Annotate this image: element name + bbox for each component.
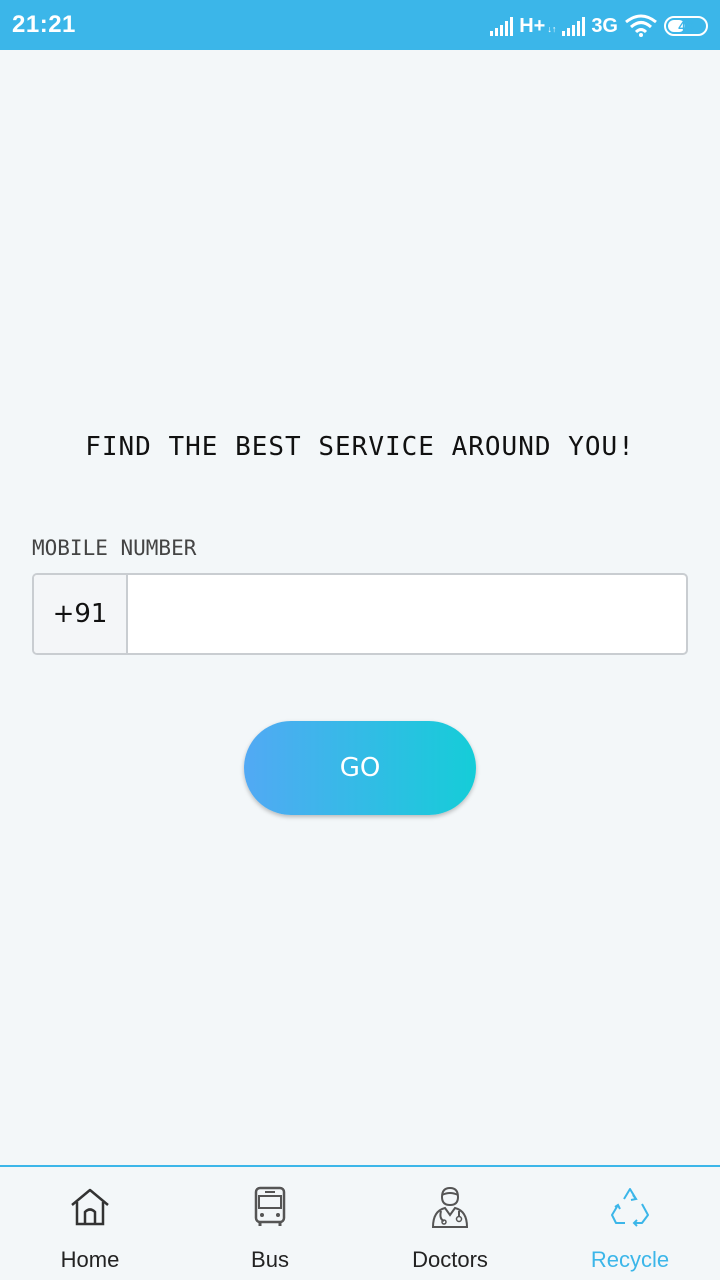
status-bar: 21:21 H+ ↓↑ 3G 46 <box>0 0 720 50</box>
wifi-icon <box>625 14 657 37</box>
mobile-number-input[interactable] <box>128 575 686 653</box>
nav-label-recycle: Recycle <box>590 1247 670 1272</box>
status-icons: H+ ↓↑ 3G 46 <box>490 10 708 42</box>
nav-item-recycle[interactable]: Recycle <box>540 1167 720 1280</box>
go-button[interactable]: GO <box>244 721 476 815</box>
nav-label-doctors: Doctors <box>412 1247 488 1272</box>
recycle-icon <box>611 1188 649 1227</box>
network-type-2: 3G <box>591 14 618 37</box>
nav-label-bus: Bus <box>251 1247 289 1272</box>
home-icon <box>71 1188 109 1226</box>
mobile-number-label: MOBILE NUMBER <box>32 536 197 560</box>
nav-item-bus[interactable]: Bus <box>180 1167 360 1280</box>
signal-icon <box>490 16 514 36</box>
bottom-navigation: Home Bus Doctors Recycle <box>0 1165 720 1280</box>
battery-icon: 46 <box>664 16 708 36</box>
status-time: 21:21 <box>12 11 76 38</box>
doctor-icon <box>431 1186 469 1228</box>
country-code[interactable]: +91 <box>34 575 128 653</box>
bus-icon <box>254 1186 286 1226</box>
signal-icon-2 <box>562 16 586 36</box>
nav-item-home[interactable]: Home <box>0 1167 180 1280</box>
network-type-1: H+ <box>519 14 546 37</box>
nav-label-home: Home <box>60 1247 120 1272</box>
nav-item-doctors[interactable]: Doctors <box>360 1167 540 1280</box>
data-activity-indicator: ↓↑ <box>547 24 557 34</box>
battery-level: 46 <box>678 18 694 34</box>
mobile-number-field: +91 <box>32 573 688 655</box>
page-headline: FIND THE BEST SERVICE AROUND YOU! <box>85 432 635 462</box>
